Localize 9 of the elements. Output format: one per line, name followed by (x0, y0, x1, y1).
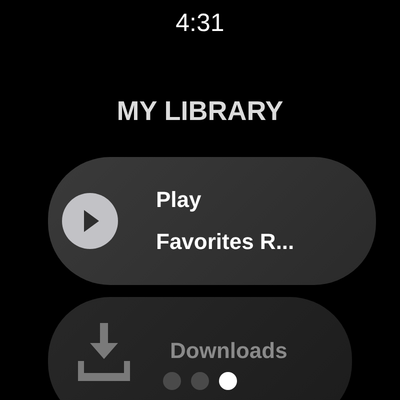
downloads-card[interactable]: Downloads (48, 297, 352, 400)
clock-time: 4:31 (176, 9, 224, 37)
playlist-card[interactable]: Play Favorites R... (48, 157, 376, 285)
play-icon (62, 193, 118, 249)
screen-title: MY LIBRARY (116, 95, 284, 127)
download-icon (76, 323, 132, 381)
item-label: Downloads (170, 337, 288, 365)
item-label: Play (156, 186, 202, 214)
item-label: Favorites R... (156, 228, 294, 256)
